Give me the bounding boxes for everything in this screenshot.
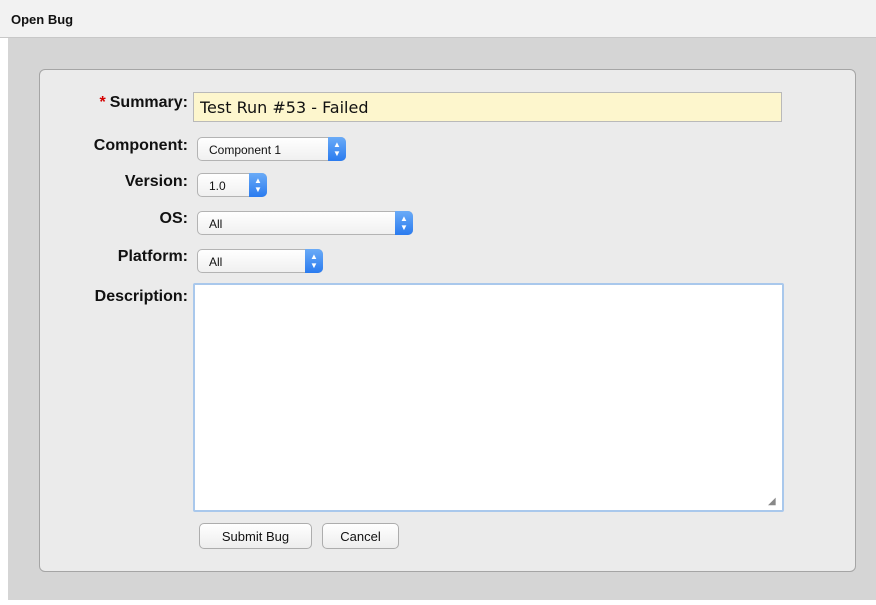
platform-select[interactable]: All ▲ ▼ (197, 249, 323, 273)
version-select-value: 1.0 (209, 179, 226, 193)
select-chevron-icon: ▲ ▼ (305, 249, 323, 273)
select-chevron-icon: ▲ ▼ (395, 211, 413, 235)
version-select[interactable]: 1.0 ▲ ▼ (197, 173, 267, 197)
os-select[interactable]: All ▲ ▼ (197, 211, 413, 235)
submit-bug-button[interactable]: Submit Bug (199, 523, 312, 549)
select-chevron-icon: ▲ ▼ (249, 173, 267, 197)
version-label: Version: (124, 173, 188, 190)
component-label: Component: (93, 137, 188, 154)
select-chevron-icon: ▲ ▼ (328, 137, 346, 161)
platform-label: Platform: (117, 248, 188, 265)
cancel-button[interactable]: Cancel (322, 523, 399, 549)
summary-label-text: Summary: (109, 94, 188, 111)
resize-grip-icon[interactable]: ◢ (768, 496, 780, 508)
summary-input[interactable] (193, 92, 782, 122)
description-textarea[interactable] (193, 283, 784, 512)
description-label: Description: (94, 288, 188, 305)
component-select-value: Component 1 (209, 143, 282, 157)
summary-label: * Summary: (100, 94, 188, 112)
os-select-value: All (209, 217, 223, 231)
window-title: Open Bug (11, 12, 74, 27)
title-bar: Open Bug (0, 0, 876, 38)
component-select[interactable]: Component 1 ▲ ▼ (197, 137, 346, 161)
required-marker: * (99, 94, 106, 111)
os-label: OS: (159, 210, 188, 227)
platform-select-value: All (209, 255, 223, 269)
